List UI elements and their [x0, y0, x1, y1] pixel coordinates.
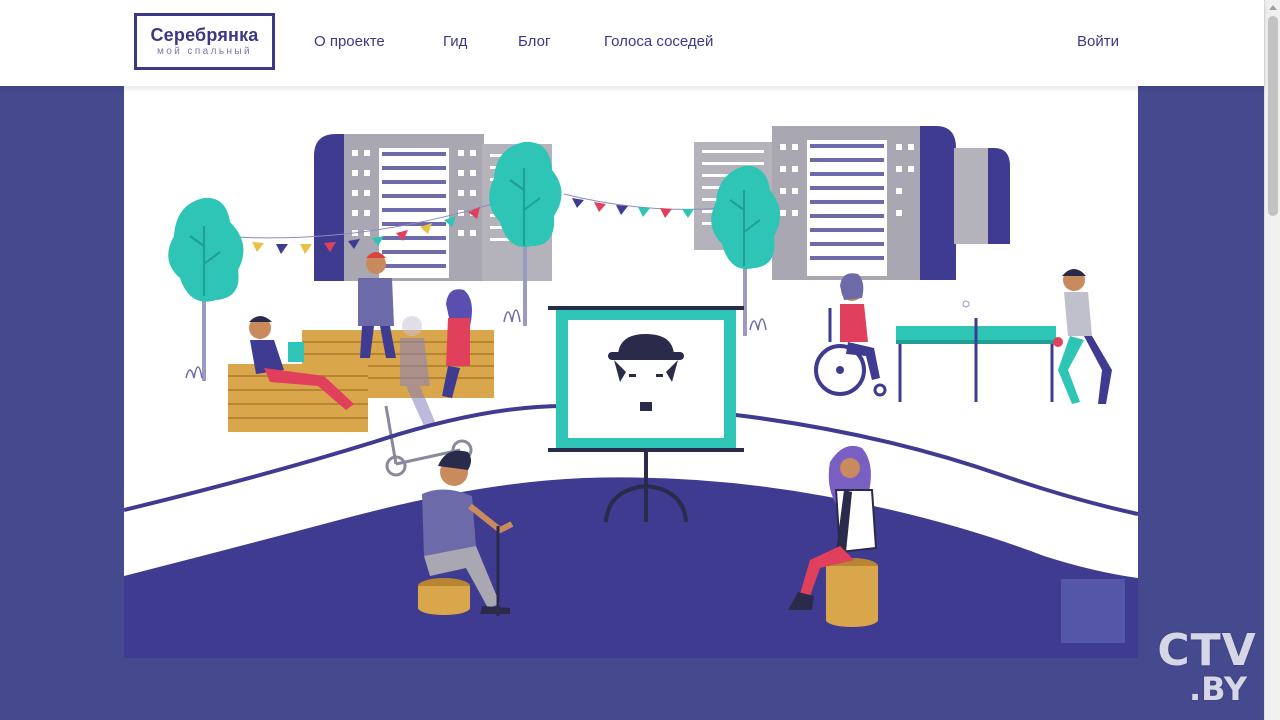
ctv-watermark-sub: .BY [1189, 670, 1247, 708]
page-scrollbar[interactable] [1264, 0, 1280, 720]
login-link[interactable]: Войти [1077, 33, 1119, 50]
hero-illustration [124, 86, 1138, 658]
site-logo[interactable]: Серебрянка мой спальный [134, 13, 275, 70]
logo-title: Серебрянка [150, 25, 259, 45]
scroll-thumb[interactable] [1268, 16, 1278, 216]
scroll-up-arrow-icon[interactable] [1269, 5, 1277, 10]
nav-neighbors-voices[interactable]: Голоса соседей [604, 33, 713, 50]
ctv-watermark-main: CTV [1157, 625, 1257, 676]
video-control-thumbnail[interactable] [1059, 577, 1127, 645]
nav-about[interactable]: О проекте [314, 33, 385, 50]
nav-guide[interactable]: Гид [443, 33, 467, 50]
ctv-watermark-logo: CTV .BY [1152, 625, 1262, 708]
logo-subtitle: мой спальный [157, 46, 252, 57]
site-header: Серебрянка мой спальный О проекте Гид Бл… [0, 0, 1264, 86]
nav-blog[interactable]: Блог [518, 33, 550, 50]
